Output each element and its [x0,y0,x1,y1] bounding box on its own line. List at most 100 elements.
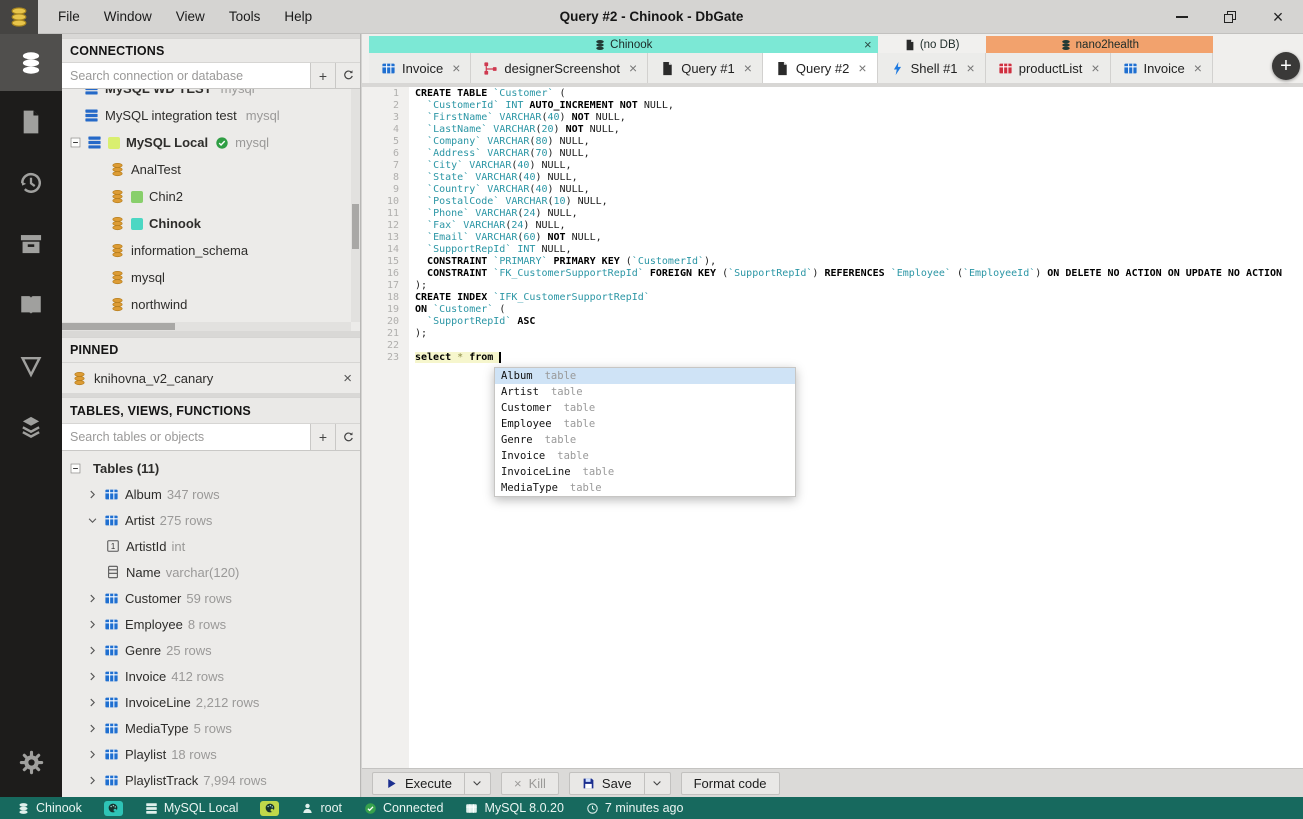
collapse-icon[interactable] [68,137,82,148]
activity-item-layers[interactable] [0,396,62,457]
dropdown-caret[interactable] [643,772,670,794]
connection-item[interactable]: Chin2 [62,183,360,210]
status-7-minutes-ago[interactable]: 7 minutes ago [575,797,695,819]
tab-close-icon[interactable]: × [629,60,637,76]
menu-item-window[interactable]: Window [92,0,164,33]
activity-item-gear[interactable] [0,732,62,793]
tab-invoice[interactable]: Invoice × [1110,53,1213,83]
tables-root[interactable]: Tables (11) [62,455,360,481]
activity-item-file[interactable] [0,91,62,152]
table-item[interactable]: InvoiceLine 2,212 rows [62,689,360,715]
chevron-down-icon[interactable] [86,515,98,526]
autocomplete-item[interactable]: Employee table [495,416,795,432]
add-connection-button[interactable]: + [310,63,335,88]
table-item[interactable]: Playlist 18 rows [62,741,360,767]
menu-item-tools[interactable]: Tools [217,0,273,33]
activity-item-book[interactable] [0,274,62,335]
tab-group-header[interactable]: nano2health [985,36,1213,53]
execute-button[interactable]: Execute [372,771,491,795]
table-item[interactable]: PlaylistTrack 7,994 rows [62,767,360,793]
refresh-tables-button[interactable] [335,424,360,450]
close-button[interactable]: × [1267,6,1289,28]
table-item[interactable]: Employee 8 rows [62,611,360,637]
add-table-button[interactable]: + [310,424,335,450]
tab-designerscreenshot[interactable]: designerScreenshot × [471,53,649,83]
tab-group-header[interactable]: (no DB) [877,36,986,53]
column-item[interactable]: 1 ArtistId int [62,533,360,559]
menu-item-view[interactable]: View [164,0,217,33]
status-chinook[interactable]: Chinook [6,797,93,819]
autocomplete-item[interactable]: MediaType table [495,480,795,496]
tab-close-icon[interactable]: × [967,60,975,76]
activity-item-database[interactable] [0,34,62,91]
connection-item[interactable]: MySQL Local mysql [62,129,360,156]
connection-item[interactable]: MySQL integration test mysql [62,102,360,129]
connection-item[interactable]: AnalTest [62,156,360,183]
chevron-right-icon[interactable] [86,489,98,500]
column-item[interactable]: Name varchar(120) [62,559,360,585]
status-color-chip[interactable] [93,797,134,819]
menu-item-help[interactable]: Help [272,0,324,33]
connections-vertical-scrollbar[interactable] [351,89,360,322]
table-item[interactable]: Artist 275 rows [62,507,360,533]
chevron-right-icon[interactable] [86,723,98,734]
tab-close-icon[interactable]: × [1194,60,1202,76]
status-mysql-8-0-20[interactable]: MySQL 8.0.20 [454,797,574,819]
chevron-right-icon[interactable] [86,749,98,760]
minimize-button[interactable] [1171,6,1193,28]
chevron-right-icon[interactable] [86,619,98,630]
table-item[interactable]: MediaType 5 rows [62,715,360,741]
chevron-right-icon[interactable] [86,645,98,656]
collapse-icon[interactable] [68,463,82,474]
table-item[interactable]: Invoice 412 rows [62,663,360,689]
tab-close-icon[interactable]: × [744,60,752,76]
autocomplete-item[interactable]: Invoice table [495,448,795,464]
activity-item-funnel[interactable] [0,335,62,396]
connection-item[interactable]: information_schema [62,237,360,264]
tables-search-input[interactable] [62,424,310,450]
tab-shell-1[interactable]: Shell #1 × [877,53,986,83]
tab-close-icon[interactable]: × [858,60,866,76]
connections-search-input[interactable] [62,63,310,88]
menu-item-file[interactable]: File [46,0,92,33]
autocomplete-item[interactable]: Customer table [495,400,795,416]
tab-productlist[interactable]: productList × [985,53,1111,83]
activity-item-archive[interactable] [0,213,62,274]
format-code-button[interactable]: Format code [680,771,780,795]
status-color-chip[interactable] [249,797,290,819]
autocomplete-item[interactable]: Artist table [495,384,795,400]
pinned-item[interactable]: knihovna_v2_canary × [62,363,360,393]
tab-query-2[interactable]: Query #2 × [762,53,878,83]
unpin-icon[interactable]: × [343,370,352,387]
restore-button[interactable] [1219,6,1241,28]
chevron-right-icon[interactable] [86,593,98,604]
tab-invoice[interactable]: Invoice × [369,53,472,83]
connection-item[interactable]: MySQL WD TEST mysql [62,89,360,102]
save-button[interactable]: Save [568,771,671,795]
connections-horizontal-scrollbar[interactable] [62,322,351,331]
table-item[interactable]: Album 347 rows [62,481,360,507]
status-root[interactable]: root [290,797,353,819]
connection-item[interactable]: northwind [62,291,360,318]
new-tab-button[interactable]: + [1272,52,1300,80]
tab-close-icon[interactable]: × [1091,60,1099,76]
status-connected[interactable]: Connected [353,797,454,819]
chevron-right-icon[interactable] [86,697,98,708]
chevron-right-icon[interactable] [86,671,98,682]
table-item[interactable]: Customer 59 rows [62,585,360,611]
table-item[interactable]: Genre 25 rows [62,637,360,663]
status-mysql-local[interactable]: MySQL Local [134,797,250,819]
connection-item[interactable]: mysql [62,264,360,291]
dropdown-caret[interactable] [463,772,490,794]
chevron-right-icon[interactable] [86,775,98,786]
autocomplete-item[interactable]: InvoiceLine table [495,464,795,480]
group-close-icon[interactable]: × [864,37,872,52]
autocomplete-item[interactable]: Album table [495,368,795,384]
refresh-connections-button[interactable] [335,63,360,88]
autocomplete-item[interactable]: Genre table [495,432,795,448]
tab-query-1[interactable]: Query #1 × [648,53,763,83]
tab-close-icon[interactable]: × [452,60,460,76]
activity-item-history[interactable] [0,152,62,213]
connection-item[interactable]: Chinook [62,210,360,237]
tab-group-header[interactable]: Chinook × [369,36,878,53]
